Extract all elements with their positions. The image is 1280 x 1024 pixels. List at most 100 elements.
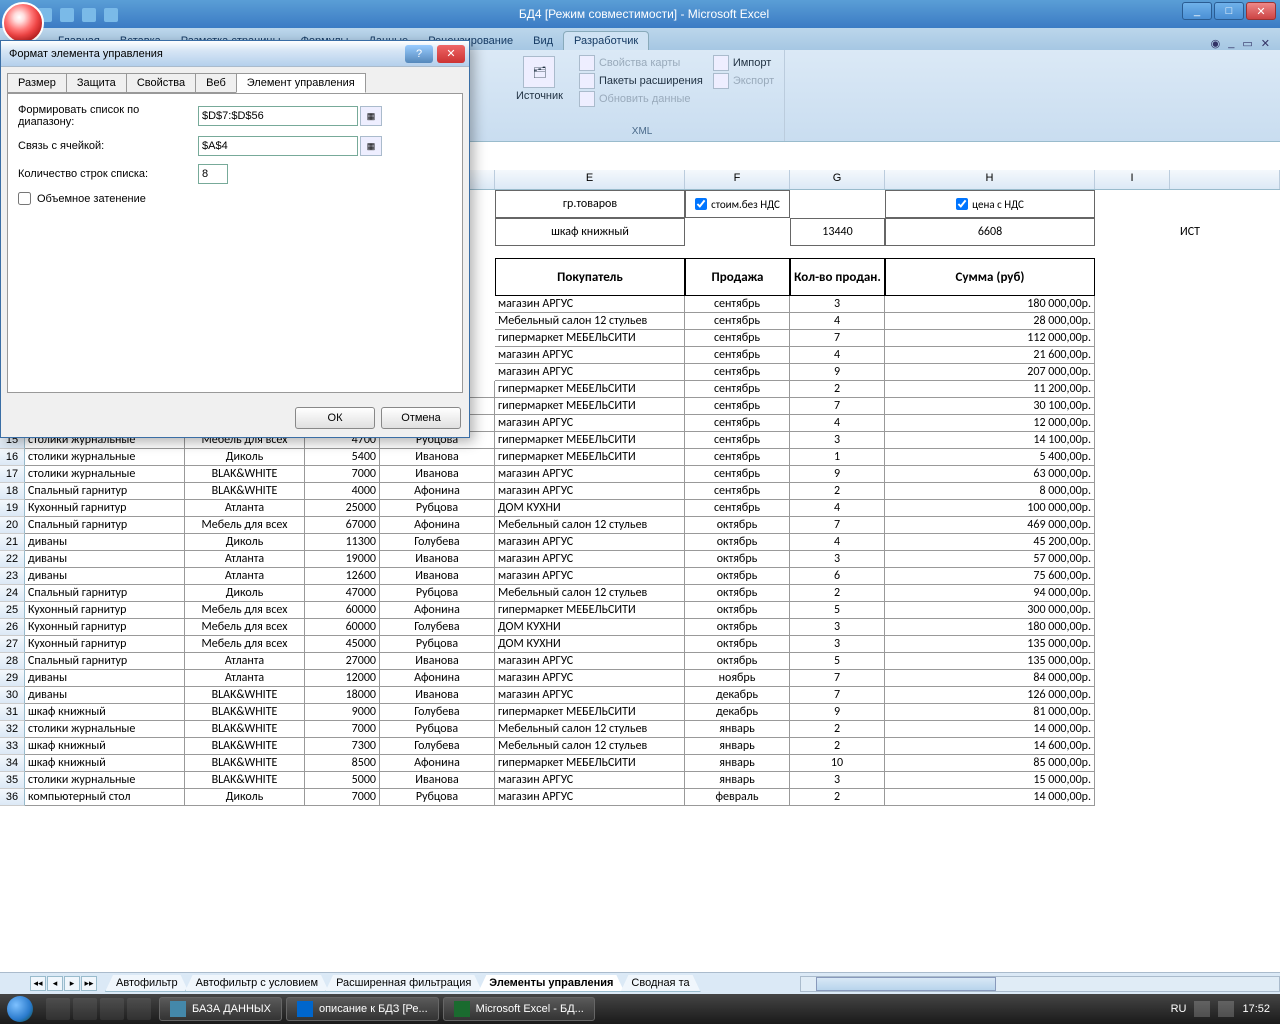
dialog-body: Формировать список по диапазону: ▦ Связь… (7, 93, 463, 393)
taskbar-btn-1[interactable]: БАЗА ДАННЫХ (159, 997, 282, 1021)
sheet-tab-autofilter[interactable]: Автофильтр (105, 975, 189, 992)
col-I[interactable]: I (1095, 170, 1170, 189)
table-row[interactable]: 27 Кухонный гарнитур Мебель для всех 450… (0, 636, 1280, 653)
col-H[interactable]: H (885, 170, 1095, 189)
table-row[interactable]: 23 диваны Атланта 12600 Иванова магазин … (0, 568, 1280, 585)
tab-developer[interactable]: Разработчик (563, 31, 649, 50)
col-G[interactable]: G (790, 170, 885, 189)
table-row[interactable]: 32 столики журнальные BLAK&WHITE 7000 Ру… (0, 721, 1280, 738)
header-qty: Кол-во продан. (790, 258, 885, 296)
close-button[interactable]: ✕ (1246, 2, 1276, 20)
goods-label: гр.товаров (495, 190, 685, 218)
sheet-tab-pivot[interactable]: Сводная та (620, 975, 700, 992)
price-checkbox-cell: цена с НДС (885, 190, 1095, 218)
quick-launch[interactable] (40, 998, 157, 1020)
dialog-tab-properties[interactable]: Свойства (126, 73, 196, 93)
table-row[interactable]: 29 диваны Атланта 12000 Афонина магазин … (0, 670, 1280, 687)
dialog-titlebar[interactable]: Формат элемента управления ? ✕ (1, 41, 469, 67)
ribbon-minimize-icon[interactable]: _ (1228, 37, 1234, 50)
dialog-tab-control[interactable]: Элемент управления (236, 73, 366, 93)
minimize-button[interactable]: _ (1182, 2, 1212, 20)
map-props-button[interactable]: Свойства карты (579, 54, 703, 72)
range-input[interactable] (198, 106, 358, 126)
shkaf-value: шкаф книжный (495, 218, 685, 246)
cost-novnds-checkbox[interactable] (695, 198, 707, 210)
sheet-tabs: ◂◂◂▸▸▸ Автофильтр Автофильтр с условием … (0, 972, 1280, 994)
header-sum: Сумма (руб) (885, 258, 1095, 296)
tray-icon[interactable] (1194, 1001, 1210, 1017)
table-row[interactable]: 35 столики журнальные BLAK&WHITE 5000 Ив… (0, 772, 1280, 789)
taskbar-btn-2[interactable]: описание к БДЗ [Ре... (286, 997, 439, 1021)
dialog-tab-web[interactable]: Веб (195, 73, 237, 93)
ribbon-group-label: XML (510, 126, 774, 137)
dialog-tab-size[interactable]: Размер (7, 73, 67, 93)
header-sale: Продажа (685, 258, 790, 296)
range-ref-button[interactable]: ▦ (360, 106, 382, 126)
export-button[interactable]: Экспорт (713, 72, 774, 90)
dialog-tab-protection[interactable]: Защита (66, 73, 127, 93)
tray-volume-icon[interactable] (1218, 1001, 1234, 1017)
table-row[interactable]: 16 столики журнальные Диколь 5400 Иванов… (0, 449, 1280, 466)
refresh-data-button[interactable]: Обновить данные (579, 90, 703, 108)
maximize-button[interactable]: □ (1214, 2, 1244, 20)
rows-input[interactable] (198, 164, 228, 184)
table-row[interactable]: 24 Спальный гарнитур Диколь 47000 Рубцов… (0, 585, 1280, 602)
format-control-dialog: Формат элемента управления ? ✕ Размер За… (0, 40, 470, 438)
col-F[interactable]: F (685, 170, 790, 189)
horizontal-scrollbar[interactable] (800, 976, 1280, 992)
table-row[interactable]: 33 шкаф книжный BLAK&WHITE 7300 Голубева… (0, 738, 1280, 755)
shade-checkbox[interactable] (18, 192, 31, 205)
ribbon-restore-icon[interactable]: ▭ (1242, 37, 1252, 50)
source-button[interactable]: 🗂Источник (510, 54, 569, 108)
table-row[interactable]: 22 диваны Атланта 19000 Иванова магазин … (0, 551, 1280, 568)
shade-label: Объемное затенение (37, 193, 146, 205)
dialog-tabs: Размер Защита Свойства Веб Элемент управ… (1, 67, 469, 93)
rows-label: Количество строк списка: (18, 168, 198, 180)
ist-label: ИСТ (1170, 218, 1210, 246)
dialog-close-button[interactable]: ✕ (437, 45, 465, 63)
table-row[interactable]: 19 Кухонный гарнитур Атланта 25000 Рубцо… (0, 500, 1280, 517)
table-row[interactable]: 21 диваны Диколь 11300 Голубева магазин … (0, 534, 1280, 551)
windows-taskbar: БАЗА ДАННЫХ описание к БДЗ [Ре... Micros… (0, 994, 1280, 1024)
start-button[interactable] (0, 994, 40, 1024)
expansion-packs-button[interactable]: Пакеты расширения (579, 72, 703, 90)
help-icon[interactable]: ◉ (1211, 37, 1221, 50)
link-label: Связь с ячейкой: (18, 140, 198, 152)
clock[interactable]: 17:52 (1242, 1003, 1270, 1015)
sheet-tab-controls[interactable]: Элементы управления (478, 975, 624, 992)
import-button[interactable]: Импорт (713, 54, 774, 72)
dialog-help-button[interactable]: ? (405, 45, 433, 63)
sheet-tab-advanced-filter[interactable]: Расширенная фильтрация (325, 975, 482, 992)
table-row[interactable]: 25 Кухонный гарнитур Мебель для всех 600… (0, 602, 1280, 619)
link-input[interactable] (198, 136, 358, 156)
cost-checkbox-cell: стоим.без НДС (685, 190, 790, 218)
taskbar-btn-3[interactable]: Microsoft Excel - БД... (443, 997, 595, 1021)
table-row[interactable]: 28 Спальный гарнитур Атланта 27000 Ивано… (0, 653, 1280, 670)
table-row[interactable]: 20 Спальный гарнитур Мебель для всех 670… (0, 517, 1280, 534)
table-row[interactable]: 18 Спальный гарнитур BLAK&WHITE 4000 Афо… (0, 483, 1280, 500)
table-row[interactable]: 31 шкаф книжный BLAK&WHITE 9000 Голубева… (0, 704, 1280, 721)
header-buyer: Покупатель (495, 258, 685, 296)
system-tray: RU 17:52 (1171, 1001, 1280, 1017)
ok-button[interactable]: ОК (295, 407, 375, 429)
value-h: 6608 (885, 218, 1095, 246)
link-ref-button[interactable]: ▦ (360, 136, 382, 156)
title-bar: БД4 [Режим совместимости] - Microsoft Ex… (0, 0, 1280, 28)
table-row[interactable]: 26 Кухонный гарнитур Мебель для всех 600… (0, 619, 1280, 636)
sheet-nav[interactable]: ◂◂◂▸▸▸ (30, 976, 97, 991)
table-row[interactable]: 36 компьютерный стол Диколь 7000 Рубцова… (0, 789, 1280, 806)
table-row[interactable]: 17 столики журнальные BLAK&WHITE 7000 Ив… (0, 466, 1280, 483)
ribbon-close-icon[interactable]: ✕ (1261, 37, 1270, 50)
table-row[interactable]: 30 диваны BLAK&WHITE 18000 Иванова магаз… (0, 687, 1280, 704)
dialog-title: Формат элемента управления (9, 48, 163, 60)
sheet-tab-autofilter-cond[interactable]: Автофильтр с условием (185, 975, 329, 992)
quick-access-toolbar[interactable] (38, 8, 118, 22)
table-row[interactable]: 34 шкаф книжный BLAK&WHITE 8500 Афонина … (0, 755, 1280, 772)
office-button[interactable] (2, 2, 44, 44)
lang-indicator[interactable]: RU (1171, 1003, 1187, 1015)
tab-view[interactable]: Вид (523, 32, 563, 50)
value-g: 13440 (790, 218, 885, 246)
col-E[interactable]: E (495, 170, 685, 189)
price-vat-checkbox[interactable] (956, 198, 968, 210)
cancel-button[interactable]: Отмена (381, 407, 461, 429)
